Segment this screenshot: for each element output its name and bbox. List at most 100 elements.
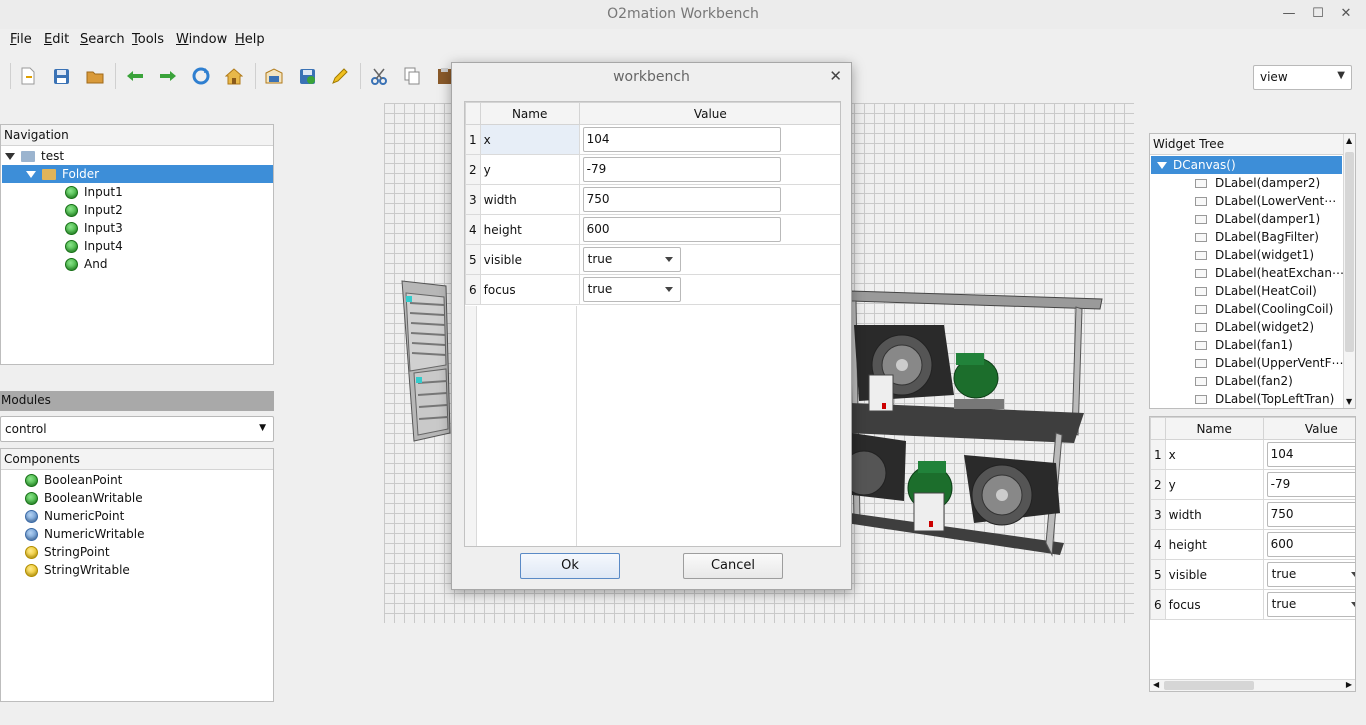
copy-icon[interactable] bbox=[401, 65, 423, 87]
maximize-icon[interactable]: ☐ bbox=[1308, 5, 1328, 23]
widget-tree-scrollbar[interactable]: ▲ ▼ bbox=[1343, 134, 1355, 408]
minimize-icon[interactable]: — bbox=[1279, 5, 1299, 23]
property-visible-select[interactable]: true bbox=[582, 247, 681, 272]
widget-tree-item[interactable]: DLabel(TopLeftTran) bbox=[1195, 390, 1334, 408]
scroll-thumb[interactable] bbox=[1345, 152, 1354, 352]
component-label: NumericPoint bbox=[44, 509, 125, 523]
component-numericpoint[interactable]: NumericPoint bbox=[25, 507, 124, 525]
tree-item-folder[interactable]: Folder bbox=[2, 165, 273, 183]
tree-item-test[interactable]: test bbox=[5, 147, 64, 165]
property-row: 5 visible true bbox=[465, 244, 840, 275]
chevron-down-icon bbox=[1350, 602, 1355, 607]
open-folder-icon[interactable] bbox=[84, 65, 106, 87]
widget-tree-item[interactable]: DLabel(CoolingCoil) bbox=[1195, 300, 1333, 318]
property-y-input[interactable]: -79 bbox=[1266, 472, 1355, 497]
tree-item-label: And bbox=[84, 257, 108, 271]
property-width-input[interactable]: 750 bbox=[582, 187, 781, 212]
save-icon[interactable] bbox=[50, 65, 72, 87]
menu-help[interactable]: Help bbox=[235, 32, 265, 47]
expand-icon[interactable] bbox=[5, 153, 15, 160]
property-value-cell: 750 bbox=[1262, 499, 1355, 530]
scroll-right-icon[interactable]: ▶ bbox=[1346, 680, 1352, 689]
view-mode-select[interactable]: view ▼ bbox=[1253, 65, 1352, 90]
folder-icon bbox=[42, 169, 56, 180]
property-hscrollbar[interactable]: ◀ ▶ bbox=[1150, 679, 1355, 691]
cancel-button[interactable]: Cancel bbox=[683, 553, 783, 579]
widget-tree-item[interactable]: DLabel(HeatCoil) bbox=[1195, 282, 1317, 300]
component-label: BooleanPoint bbox=[44, 473, 123, 487]
tree-item-input1[interactable]: Input1 bbox=[65, 183, 123, 201]
new-file-icon[interactable] bbox=[17, 65, 39, 87]
widget-tree-item[interactable]: DLabel(fan1) bbox=[1195, 336, 1293, 354]
pencil-icon[interactable] bbox=[329, 65, 351, 87]
widget-tree-item[interactable]: DLabel(LowerVent⋯ bbox=[1195, 192, 1336, 210]
modules-select-value: control bbox=[5, 422, 47, 436]
property-focus-select[interactable]: true bbox=[582, 277, 681, 302]
value-column-header: Value bbox=[578, 102, 840, 125]
tree-item-and[interactable]: And bbox=[65, 255, 107, 273]
widget-tree-item[interactable]: DLabel(fan2) bbox=[1195, 372, 1293, 390]
close-icon[interactable]: ✕ bbox=[829, 67, 842, 85]
property-width-input[interactable]: 750 bbox=[1266, 502, 1355, 527]
widget-tree-item[interactable]: DLabel(heatExchan⋯ bbox=[1195, 264, 1344, 282]
widget-tree-item[interactable]: DLabel(BagFilter) bbox=[1195, 228, 1319, 246]
point-icon bbox=[25, 528, 38, 541]
tree-item-input4[interactable]: Input4 bbox=[65, 237, 123, 255]
component-label: StringWritable bbox=[44, 563, 130, 577]
property-row: 3 width 750 bbox=[465, 184, 840, 215]
save-as-icon[interactable] bbox=[296, 65, 318, 87]
component-stringwritable[interactable]: StringWritable bbox=[25, 561, 130, 579]
property-height-input[interactable]: 600 bbox=[1266, 532, 1355, 557]
component-booleanwritable[interactable]: BooleanWritable bbox=[25, 489, 143, 507]
tree-item-label: Input3 bbox=[84, 221, 123, 235]
scroll-down-icon[interactable]: ▼ bbox=[1346, 397, 1352, 406]
cut-icon[interactable] bbox=[368, 65, 390, 87]
property-select-value: true bbox=[587, 252, 613, 266]
ok-button[interactable]: Ok bbox=[520, 553, 620, 579]
component-numericwritable[interactable]: NumericWritable bbox=[25, 525, 145, 543]
property-visible-select[interactable]: true bbox=[1266, 562, 1355, 587]
menu-window[interactable]: Window bbox=[176, 32, 227, 47]
scroll-thumb[interactable] bbox=[1164, 681, 1254, 690]
property-value-cell: true bbox=[1262, 589, 1355, 620]
tree-item-label: test bbox=[41, 149, 65, 163]
property-focus-select[interactable]: true bbox=[1266, 592, 1355, 617]
component-label: BooleanWritable bbox=[44, 491, 143, 505]
scroll-left-icon[interactable]: ◀ bbox=[1153, 680, 1159, 689]
modules-select[interactable]: control ▼ bbox=[0, 416, 274, 442]
widget-tree-root[interactable]: DCanvas() bbox=[1151, 156, 1342, 174]
view-mode-value: view bbox=[1260, 70, 1288, 84]
property-y-input[interactable]: -79 bbox=[582, 157, 781, 182]
widget-tree-item[interactable]: DLabel(UpperVentF⋯ bbox=[1195, 354, 1344, 372]
tree-item-input2[interactable]: Input2 bbox=[65, 201, 123, 219]
home-icon[interactable] bbox=[223, 65, 245, 87]
expand-icon[interactable] bbox=[26, 171, 36, 178]
property-x-input[interactable]: 104 bbox=[1266, 442, 1355, 467]
widget-tree-item[interactable]: DLabel(damper1) bbox=[1195, 210, 1320, 228]
menu-edit[interactable]: Edit bbox=[44, 32, 69, 47]
widget-tree-item[interactable]: DLabel(damper2) bbox=[1195, 174, 1320, 192]
property-value-cell: 600 bbox=[578, 214, 840, 245]
back-arrow-icon[interactable] bbox=[124, 65, 146, 87]
widget-tree-item[interactable]: DLabel(widget1) bbox=[1195, 246, 1314, 264]
property-x-input[interactable]: 104 bbox=[582, 127, 781, 152]
widget-tree-item[interactable]: DLabel(widget2) bbox=[1195, 318, 1314, 336]
close-icon[interactable]: ✕ bbox=[1336, 5, 1356, 23]
component-booleanpoint[interactable]: BooleanPoint bbox=[25, 471, 122, 489]
property-height-input[interactable]: 600 bbox=[582, 217, 781, 242]
component-stringpoint[interactable]: StringPoint bbox=[25, 543, 110, 561]
menu-search[interactable]: Search bbox=[80, 32, 125, 47]
archive-icon[interactable] bbox=[263, 65, 285, 87]
menu-file[interactable]: File bbox=[10, 32, 32, 47]
property-name: x bbox=[1164, 439, 1264, 470]
point-icon bbox=[65, 258, 78, 271]
point-icon bbox=[65, 186, 78, 199]
expand-icon[interactable] bbox=[1157, 162, 1167, 169]
row-number: 3 bbox=[465, 184, 481, 215]
forward-arrow-icon[interactable] bbox=[157, 65, 179, 87]
menu-tools[interactable]: Tools bbox=[132, 32, 164, 47]
scroll-up-icon[interactable]: ▲ bbox=[1346, 136, 1352, 145]
refresh-icon[interactable] bbox=[190, 65, 212, 87]
property-row: 4 height 600 bbox=[1150, 529, 1355, 560]
tree-item-input3[interactable]: Input3 bbox=[65, 219, 123, 237]
